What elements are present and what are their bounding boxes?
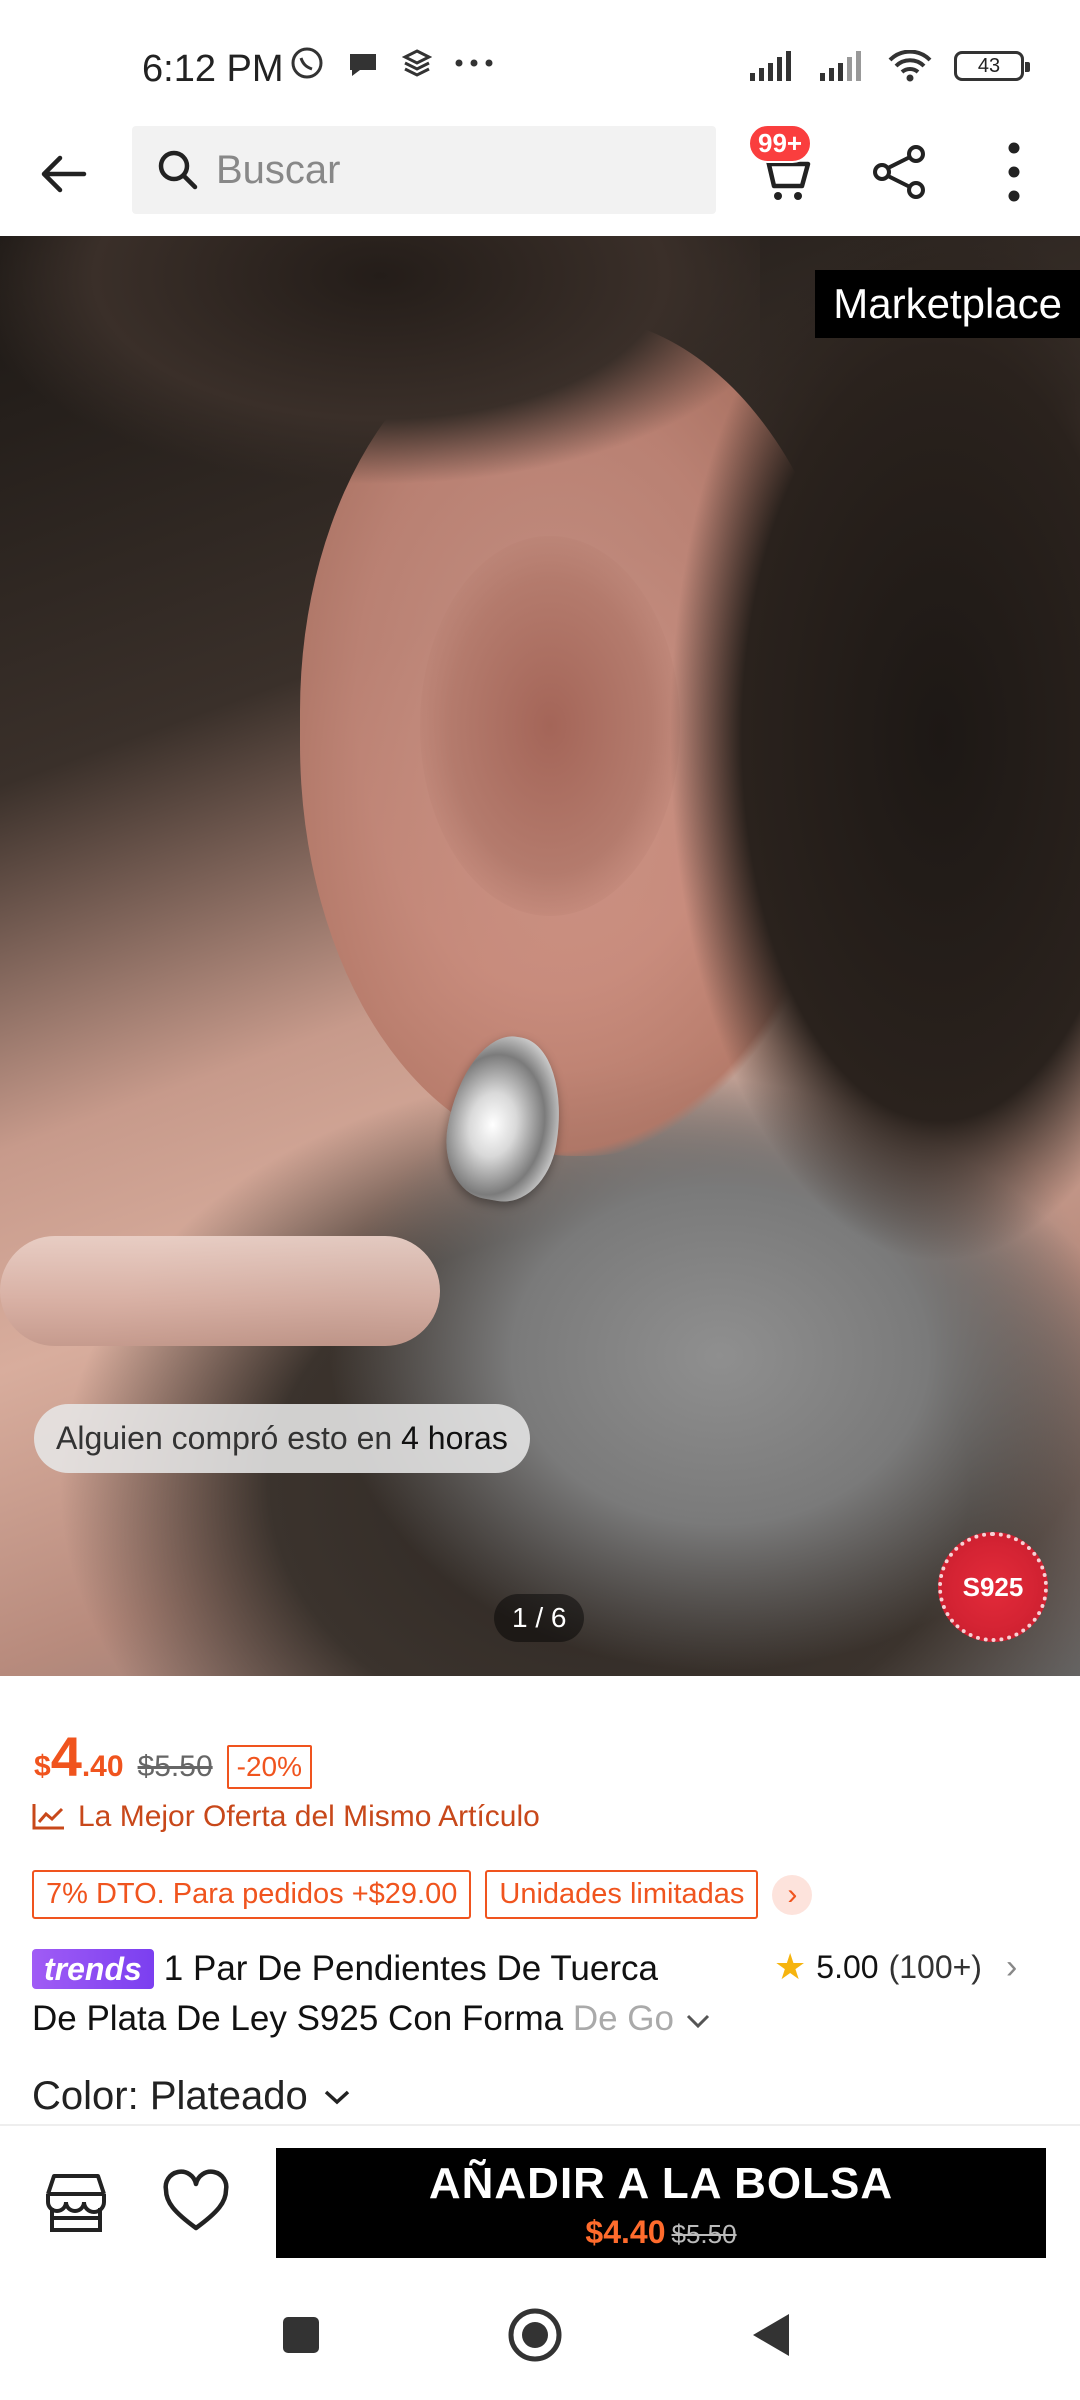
promo-tags: 7% DTO. Para pedidos +$29.00 Unidades li… [32, 1870, 813, 1919]
s925-seal-badge: S925 [938, 1532, 1048, 1642]
expand-chevron-icon[interactable] [684, 2011, 712, 2031]
share-icon[interactable] [868, 140, 932, 204]
cart-count-badge: 99+ [748, 124, 813, 163]
add-to-bag-label: AÑADIR A LA BOLSA [428, 2159, 894, 2208]
price-currency: $ [34, 1750, 51, 1783]
price-integer: 4 [50, 1725, 82, 1788]
wifi-icon [888, 50, 932, 82]
app-header: 99+ [0, 120, 1080, 236]
signal-icon [750, 51, 791, 81]
price-decimal: .40 [81, 1750, 124, 1783]
recent-purchase-time: 4 horas [401, 1420, 508, 1456]
recent-purchase-prefix: Alguien compró esto en [56, 1420, 402, 1456]
add-to-bag-price: $4.40 [585, 2214, 666, 2250]
search-icon [158, 150, 198, 190]
bottom-action-bar: AÑADIR A LA BOLSA $4.40 $5.50 [0, 2124, 1080, 2264]
best-offer-text: La Mejor Oferta del Mismo Artículo [78, 1800, 540, 1833]
best-offer-row[interactable]: La Mejor Oferta del Mismo Artículo [32, 1800, 540, 1834]
current-price: $4.40 [34, 1724, 124, 1789]
signal-icon [820, 51, 861, 81]
search-bar[interactable] [132, 126, 716, 214]
add-to-bag-old-price: $5.50 [671, 2219, 737, 2249]
rating-count: (100+) [888, 1948, 982, 1985]
square-icon [283, 2317, 319, 2353]
system-nav-bar [0, 2264, 1080, 2400]
layers-icon [402, 49, 432, 77]
recents-button[interactable] [266, 2300, 336, 2370]
chevron-down-icon [324, 2090, 349, 2104]
discount-badge: -20% [226, 1745, 313, 1789]
star-icon: ★ [774, 1946, 807, 1987]
circle-icon [508, 2308, 562, 2362]
recent-purchase-pill: Alguien compró esto en 4 horas [34, 1404, 530, 1473]
product-title-fade: De Go [572, 1999, 674, 2038]
product-image-carousel[interactable]: Marketplace Alguien compró esto en 4 hor… [0, 236, 1080, 1676]
system-icons: 43 [748, 50, 1030, 82]
more-dots-icon [455, 59, 493, 67]
chevron-right-icon: › [1005, 1947, 1018, 1986]
rating-summary[interactable]: ★ 5.00 (100+) › [774, 1946, 1017, 1988]
promo-tag-discount[interactable]: 7% DTO. Para pedidos +$29.00 [32, 1870, 472, 1919]
more-options-icon[interactable] [994, 138, 1034, 206]
product-title[interactable]: trends 1 Par De Pendientes De Tuerca De P… [32, 1944, 712, 2044]
store-icon[interactable] [40, 2166, 112, 2238]
back-button[interactable] [736, 2300, 806, 2370]
status-bar: 6:12 PM 43 [0, 0, 1080, 120]
rating-value: 5.00 [816, 1948, 879, 1985]
battery-icon: 43 [954, 51, 1030, 81]
color-selector[interactable]: Color: Plateado [32, 2074, 352, 2119]
triangle-back-icon [753, 2314, 789, 2356]
marketplace-label: Marketplace [815, 270, 1080, 338]
status-time: 6:12 PM [142, 48, 284, 90]
product-photo-hair [520, 236, 1080, 1436]
product-title-line1: 1 Par De Pendientes De Tuerca [163, 1949, 658, 1988]
back-arrow-icon[interactable] [32, 142, 96, 206]
price-row: $4.40 $5.50 -20% [34, 1724, 313, 1789]
notification-icons [290, 46, 494, 80]
image-pager: 1 / 6 [494, 1594, 585, 1642]
product-title-line2: De Plata De Ley S925 Con Forma [32, 1999, 573, 2038]
promo-tag-limited[interactable]: Unidades limitadas [485, 1870, 759, 1919]
color-label: Color: Plateado [32, 2074, 308, 2118]
trends-badge: trends [32, 1949, 154, 1989]
product-photo-finger [0, 1236, 440, 1346]
add-to-bag-button[interactable]: AÑADIR A LA BOLSA $4.40 $5.50 [276, 2148, 1046, 2258]
heart-icon[interactable] [160, 2166, 232, 2238]
promo-more-arrow-icon[interactable]: › [772, 1874, 813, 1915]
search-input[interactable] [216, 147, 696, 193]
home-button[interactable] [500, 2300, 570, 2370]
chat-icon [350, 54, 376, 76]
whatsapp-icon [291, 47, 323, 79]
original-price: $5.50 [137, 1750, 213, 1783]
trend-chart-icon [32, 1804, 64, 1830]
